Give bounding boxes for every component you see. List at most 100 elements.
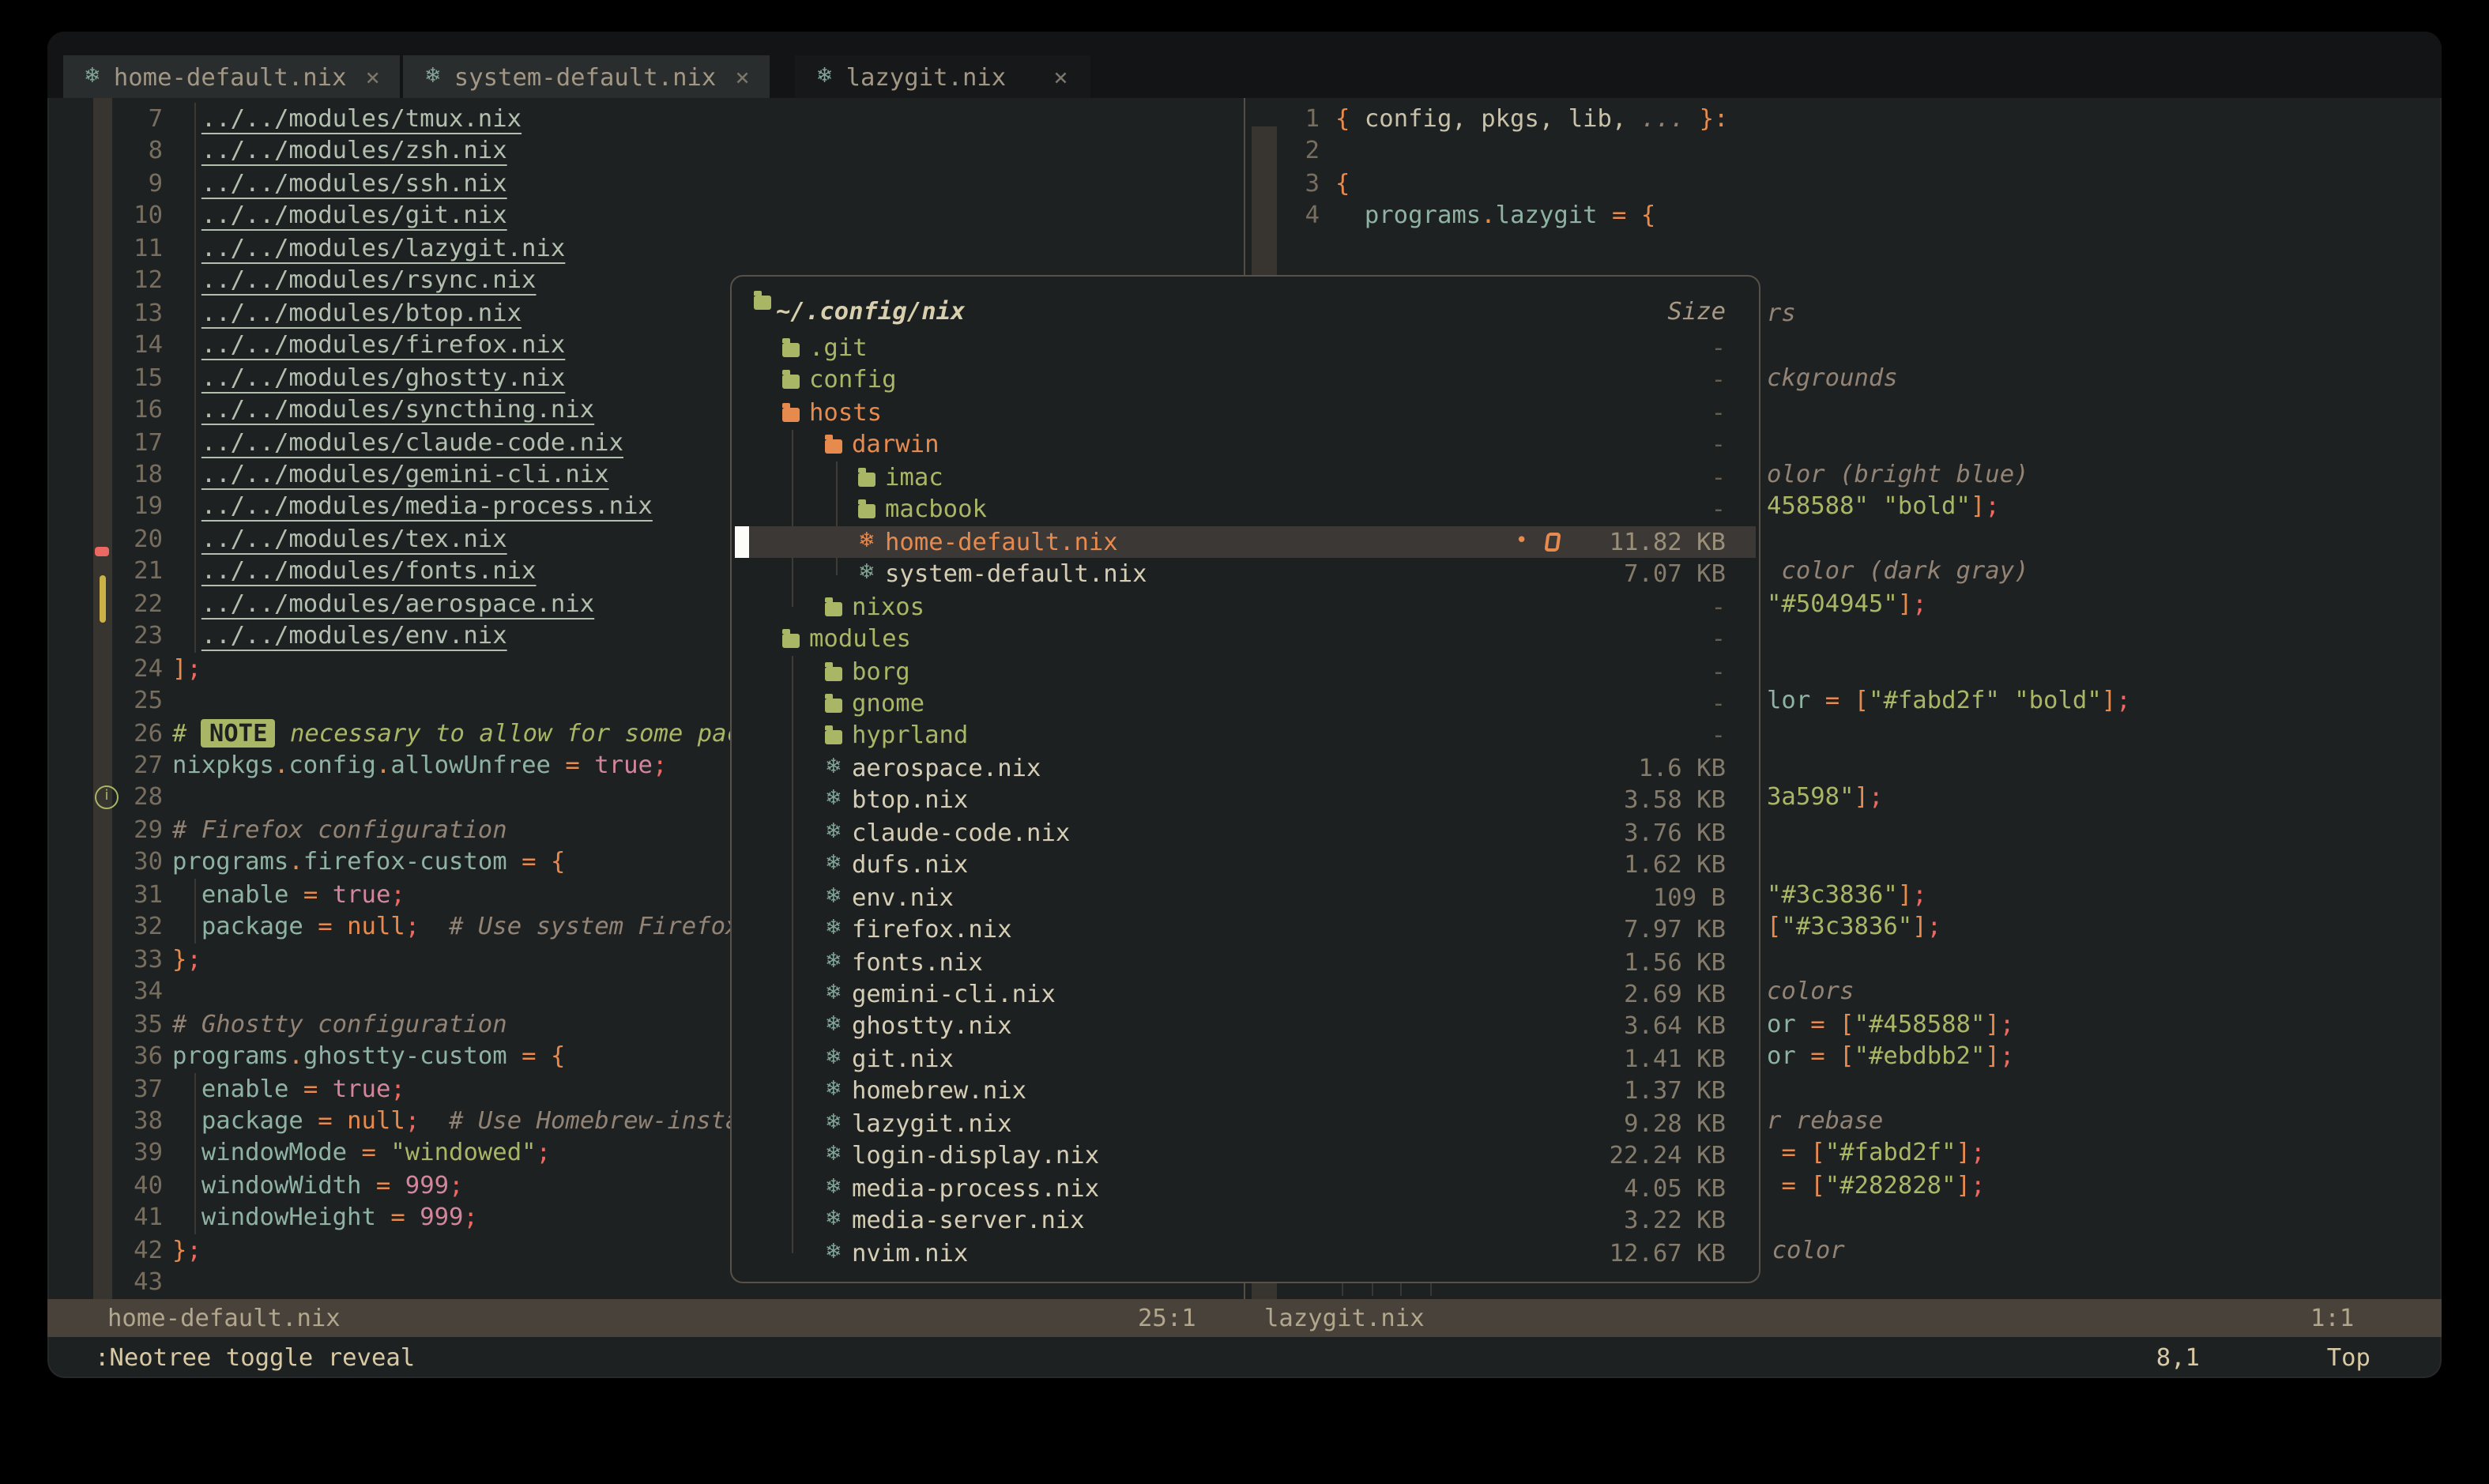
tree-item-label[interactable]: hyprland (852, 720, 968, 752)
file-size: 7.97 KB (1624, 913, 1726, 946)
tree-item-label[interactable]: aerospace.nix (852, 752, 1041, 785)
tree-row[interactable]: ❄home-default.nix•11.82 KB (732, 525, 1759, 558)
tree-row[interactable]: borg- (732, 655, 1759, 687)
tree-row[interactable]: darwin- (732, 429, 1759, 461)
tree-row[interactable]: hosts- (732, 397, 1759, 429)
tree-item-label[interactable]: ghostty.nix (852, 1011, 1012, 1043)
module-path-link[interactable]: ../../modules/claude-code.nix (201, 427, 623, 456)
code-line[interactable]: 2 (1245, 135, 2442, 168)
tree-item-label[interactable]: nvim.nix (852, 1237, 968, 1269)
code-line[interactable]: 1{ config, pkgs, lib, ... }: (1245, 103, 2442, 135)
tree-row[interactable]: ❄ghostty.nix3.64 KB (732, 1011, 1759, 1043)
module-path-link[interactable]: ../../modules/ssh.nix (201, 169, 507, 198)
close-icon[interactable]: × (1053, 62, 1068, 91)
tree-row[interactable]: macbook- (732, 494, 1759, 526)
module-path-link[interactable]: ../../modules/env.nix (201, 621, 507, 650)
close-icon[interactable]: × (366, 62, 380, 91)
tree-item-label[interactable]: media-process.nix (852, 1172, 1099, 1204)
module-path-link[interactable]: ../../modules/zsh.nix (201, 137, 507, 165)
tab-lazygit.nix[interactable]: ❄lazygit.nix× (796, 55, 1090, 98)
tree-item-label[interactable]: btop.nix (852, 785, 968, 817)
tree-item-label[interactable]: system-default.nix (885, 558, 1147, 590)
tree-row[interactable]: ❄firefox.nix7.97 KB (732, 913, 1759, 946)
module-path-link[interactable]: ../../modules/rsync.nix (201, 266, 537, 295)
tree-item-label[interactable]: env.nix (852, 881, 954, 913)
tree-item-label[interactable]: homebrew.nix (852, 1075, 1026, 1108)
module-path-link[interactable]: ../../modules/btop.nix (201, 298, 522, 326)
tab-system-default.nix[interactable]: ❄system-default.nix× (404, 55, 770, 98)
tree-item-label[interactable]: darwin (852, 429, 939, 461)
tree-item-label[interactable]: gemini-cli.nix (852, 978, 1056, 1011)
tree-row[interactable]: ❄gemini-cli.nix2.69 KB (732, 978, 1759, 1011)
tree-item-label[interactable]: git.nix (852, 1043, 954, 1075)
close-icon[interactable]: × (735, 62, 749, 91)
tree-item-label[interactable]: login-display.nix (852, 1140, 1099, 1173)
tree-item-label[interactable]: modules (809, 623, 911, 655)
module-path-link[interactable]: ../../modules/media-process.nix (201, 492, 653, 521)
tree-row[interactable]: ❄git.nix1.41 KB (732, 1043, 1759, 1075)
code-token (172, 363, 201, 391)
module-path-link[interactable]: ../../modules/lazygit.nix (201, 234, 566, 262)
module-path-link[interactable]: ../../modules/tex.nix (201, 525, 507, 553)
tree-row[interactable]: imac- (732, 461, 1759, 494)
tree-item-label[interactable]: gnome (852, 687, 924, 720)
module-path-link[interactable]: ../../modules/syncthing.nix (201, 395, 594, 424)
tree-item-label[interactable]: claude-code.nix (852, 817, 1070, 849)
tree-item-label[interactable]: config (809, 364, 897, 397)
module-path-link[interactable]: ../../modules/fonts.nix (201, 557, 537, 586)
code-line[interactable]: 10 ../../modules/git.nix (47, 200, 1244, 232)
tree-item-label[interactable]: .git (809, 332, 868, 364)
tree-item-label[interactable]: fonts.nix (852, 946, 983, 978)
tree-row[interactable]: gnome- (732, 687, 1759, 720)
code-line[interactable]: 4 programs.lazygit = { (1245, 200, 2442, 232)
code-line[interactable]: 3{ (1245, 168, 2442, 200)
code-line[interactable]: 11 ../../modules/lazygit.nix (47, 232, 1244, 265)
tree-item-label[interactable]: nixos (852, 590, 924, 623)
tree-item-label[interactable]: home-default.nix (885, 525, 1118, 558)
tree-row[interactable]: ❄btop.nix3.58 KB (732, 785, 1759, 817)
code-line[interactable]: 8 ../../modules/zsh.nix (47, 135, 1244, 168)
tree-row[interactable]: modules- (732, 623, 1759, 655)
tree-row[interactable]: ❄nvim.nix12.67 KB (732, 1237, 1759, 1269)
code-token: enable (201, 880, 289, 909)
buffer-tab-bar: ❄home-default.nix×❄system-default.nix× ❄l… (47, 32, 2442, 98)
code-token: . (1481, 202, 1495, 230)
tree-row[interactable]: ❄homebrew.nix1.37 KB (732, 1075, 1759, 1108)
tree-item-label[interactable]: borg (852, 655, 910, 687)
tree-row[interactable]: nixos- (732, 590, 1759, 623)
tree-item-label[interactable]: lazygit.nix (852, 1108, 1012, 1140)
module-path-link[interactable]: ../../modules/aerospace.nix (201, 589, 594, 618)
code-line[interactable]: 9 ../../modules/ssh.nix (47, 168, 1244, 200)
tab-home-default.nix[interactable]: ❄home-default.nix× (63, 55, 401, 98)
code-line[interactable]: 7 ../../modules/tmux.nix (47, 103, 1244, 135)
tree-row[interactable]: ❄lazygit.nix9.28 KB (732, 1108, 1759, 1140)
module-path-link[interactable]: ../../modules/gemini-cli.nix (201, 460, 609, 488)
tree-item-label[interactable]: firefox.nix (852, 913, 1012, 946)
line-text: windowMode = "windowed"; (172, 1137, 730, 1169)
tree-row[interactable]: ❄dufs.nix1.62 KB (732, 849, 1759, 881)
module-path-link[interactable]: ../../modules/tmux.nix (201, 104, 522, 133)
tree-item-label[interactable]: hosts (809, 397, 882, 429)
tree-row[interactable]: hyprland- (732, 720, 1759, 752)
tree-row[interactable]: .git- (732, 332, 1759, 364)
tree-row[interactable]: ❄claude-code.nix3.76 KB (732, 817, 1759, 849)
tree-row[interactable]: config- (732, 364, 1759, 397)
tree-row[interactable]: ❄system-default.nix7.07 KB (732, 558, 1759, 590)
tree-row[interactable]: ❄media-process.nix4.05 KB (732, 1172, 1759, 1204)
tree-row[interactable]: ❄login-display.nix22.24 KB (732, 1140, 1759, 1173)
module-path-link[interactable]: ../../modules/git.nix (201, 202, 507, 230)
tree-item-label[interactable]: imac (885, 461, 943, 494)
line-number: 35 (47, 1008, 163, 1040)
module-path-link[interactable]: ../../modules/firefox.nix (201, 330, 566, 359)
tree-item-label[interactable]: media-server.nix (852, 1204, 1085, 1237)
tree-row[interactable]: ❄env.nix109 B (732, 881, 1759, 913)
tree-row[interactable]: ❄aerospace.nix1.6 KB (732, 752, 1759, 785)
tree-item-label[interactable]: dufs.nix (852, 849, 968, 881)
nix-file-icon: ❄ (858, 525, 875, 558)
command-line[interactable]: :Neotree toggle reveal 8,1 Top (47, 1337, 2442, 1378)
tree-row[interactable]: ❄fonts.nix1.56 KB (732, 946, 1759, 978)
tree-item-label[interactable]: macbook (885, 494, 987, 526)
module-path-link[interactable]: ../../modules/ghostty.nix (201, 363, 566, 391)
tree-row[interactable]: ❄media-server.nix3.22 KB (732, 1204, 1759, 1237)
line-number: 22 (47, 588, 163, 620)
